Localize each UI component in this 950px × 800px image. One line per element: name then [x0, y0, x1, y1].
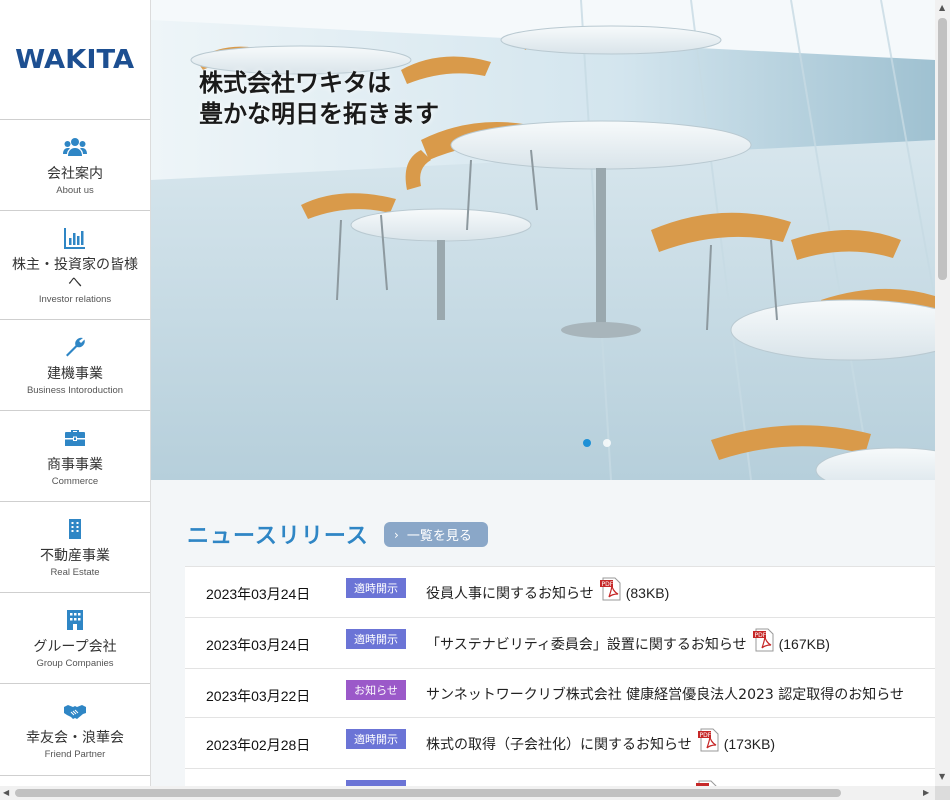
scroll-up-arrow-icon[interactable]: ▲ — [939, 3, 945, 12]
news-item: 2023年03月24日 適時開示 役員人事に関するお知らせ PDF (83KB) — [185, 567, 935, 618]
news-tag: 適時開示 — [346, 578, 406, 598]
nav-item-business[interactable]: 建機事業 Business Intoroduction — [0, 320, 150, 411]
page: WAKITA 会社案内 About us 株主・投資家の皆様へ Investor… — [0, 0, 950, 800]
news-link[interactable]: 「サステナビリティ委員会」設置に関するお知らせ PDF (167KB) — [426, 628, 830, 654]
nav-label: 商事事業 — [47, 456, 103, 473]
scrollbar-corner — [935, 786, 950, 800]
horizontal-scroll-thumb[interactable] — [15, 789, 841, 797]
news-heading: ニュースリリース — [187, 524, 369, 549]
news-date: 2023年03月24日 — [206, 637, 311, 653]
bar-chart-icon — [64, 227, 85, 249]
pdf-icon: PDF — [599, 577, 621, 601]
nav-item-real-estate[interactable]: 不動産事業 Real Estate — [0, 502, 150, 593]
news-link[interactable]: 役員人事に関するお知らせ PDF (83KB) — [426, 577, 670, 603]
nav-sublabel: Real Estate — [50, 566, 100, 578]
nav-item-friend-partner[interactable]: 幸友会・浪華会 Friend Partner — [0, 684, 150, 776]
nav-label: 不動産事業 — [40, 547, 110, 564]
hero-title-line2: 豊かな明日を拓きます — [199, 100, 439, 128]
nav-item-commerce[interactable]: 商事事業 Commerce — [0, 411, 150, 502]
nav-label: 建機事業 — [47, 365, 103, 382]
news-item: 2023年03月24日 適時開示 「サステナビリティ委員会」設置に関するお知らせ… — [185, 618, 935, 669]
vertical-scroll-thumb[interactable] — [938, 18, 947, 280]
slide-dot-1[interactable] — [583, 439, 591, 447]
sidebar: WAKITA 会社案内 About us 株主・投資家の皆様へ Investor… — [0, 0, 151, 786]
briefcase-icon — [65, 429, 85, 446]
scroll-down-arrow-icon[interactable]: ▼ — [939, 772, 945, 781]
logo-link[interactable]: WAKITA — [0, 0, 150, 120]
nav-sublabel: Commerce — [51, 475, 99, 487]
news-section: ニュースリリース › 一覧を見る 2023年03月24日 適時開示 役員人事に関… — [151, 480, 935, 800]
nav-item-about-us[interactable]: 会社案内 About us — [0, 120, 150, 211]
scroll-left-arrow-icon[interactable]: ◀ — [3, 788, 9, 797]
nav-sublabel: Group Companies — [36, 657, 114, 669]
news-tag: 適時開示 — [346, 629, 406, 649]
nav-sublabel: Business Intoroduction — [26, 384, 124, 396]
pdf-icon: PDF — [752, 628, 774, 652]
nav-item-group-companies[interactable]: グループ会社 Group Companies — [0, 593, 150, 684]
news-list: 2023年03月24日 適時開示 役員人事に関するお知らせ PDF (83KB)… — [185, 566, 935, 800]
slide-dot-2[interactable] — [603, 439, 611, 447]
news-date: 2023年03月22日 — [206, 688, 311, 704]
news-file-size: (173KB) — [723, 736, 776, 752]
view-all-button[interactable]: › 一覧を見る — [384, 522, 488, 547]
nav-label: 株主・投資家の皆様へ — [12, 256, 138, 291]
users-icon — [63, 137, 87, 156]
logo: WAKITA — [15, 44, 135, 75]
hero-title: 株式会社ワキタは 豊かな明日を拓きます — [199, 68, 439, 130]
wrench-icon — [66, 337, 85, 356]
nav-sublabel: Friend Partner — [44, 749, 106, 760]
nav-label: グループ会社 — [33, 638, 117, 655]
handshake-icon — [64, 705, 86, 719]
news-tag: お知らせ — [346, 680, 406, 700]
nav-item-investor-relations[interactable]: 株主・投資家の皆様へ Investor relations — [0, 211, 150, 320]
nav-sublabel: About us — [56, 184, 94, 196]
news-file-size: (83KB) — [625, 585, 670, 601]
hero-slider: 株式会社ワキタは 豊かな明日を拓きます — [151, 0, 935, 480]
vertical-scrollbar[interactable]: ▲ ▼ — [935, 0, 950, 786]
news-date: 2023年03月24日 — [206, 586, 311, 602]
news-item: 2023年03月22日 お知らせ サンネットワークリブ株式会社 健康経営優良法人… — [185, 669, 935, 718]
nav-label: 幸友会・浪華会 — [26, 730, 124, 746]
view-all-label: 一覧を見る — [406, 529, 472, 544]
news-title: 「サステナビリティ委員会」設置に関するお知らせ — [426, 637, 747, 653]
chevron-right-icon: › — [394, 527, 399, 542]
news-date: 2023年02月28日 — [206, 737, 311, 753]
news-title: 株式の取得（子会社化）に関するお知らせ — [426, 737, 692, 753]
scroll-right-arrow-icon[interactable]: ▶ — [923, 788, 929, 797]
pdf-icon: PDF — [697, 728, 719, 752]
building-icon — [69, 518, 81, 539]
horizontal-scrollbar[interactable]: ◀ ▶ — [0, 786, 935, 800]
news-item: 2023年02月28日 適時開示 株式の取得（子会社化）に関するお知らせ PDF… — [185, 718, 935, 769]
nav-label: 会社案内 — [47, 165, 103, 182]
nav-sublabel: Investor relations — [38, 293, 112, 305]
news-link[interactable]: 株式の取得（子会社化）に関するお知らせ PDF (173KB) — [426, 728, 776, 754]
news-tag: 適時開示 — [346, 729, 406, 749]
office-building-icon — [67, 609, 83, 630]
news-title: サンネットワークリブ株式会社 健康経営優良法人2023 認定取得のお知らせ — [426, 687, 904, 703]
news-file-size: (167KB) — [778, 636, 830, 652]
news-link[interactable]: サンネットワークリブ株式会社 健康経営優良法人2023 認定取得のお知らせ — [426, 684, 904, 704]
hero-title-line1: 株式会社ワキタは — [199, 69, 391, 97]
news-title: 役員人事に関するお知らせ — [426, 586, 594, 602]
